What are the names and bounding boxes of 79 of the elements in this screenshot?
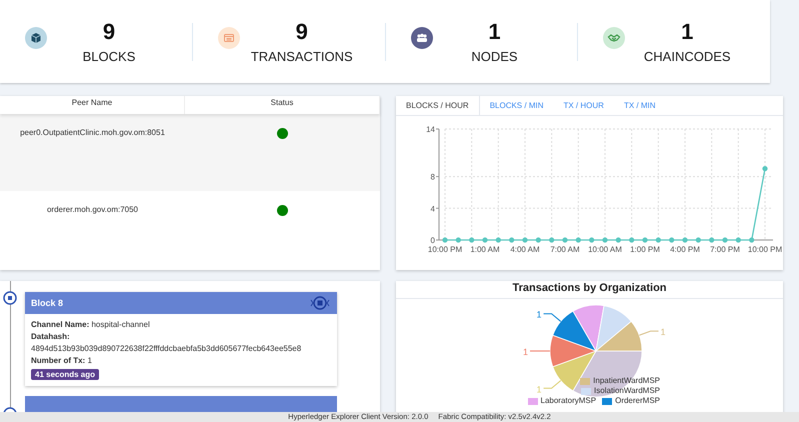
slice-label: 1 [536, 310, 542, 320]
data-point [629, 237, 634, 243]
people-icon [410, 27, 432, 49]
x-tick-label: 1:00 PM [630, 245, 660, 254]
x-tick-label: 10:00 PM [428, 245, 462, 254]
stat-value: 9 [102, 19, 116, 45]
channel-label: Channel Name: [31, 320, 90, 329]
data-point [749, 237, 754, 243]
data-point [589, 237, 594, 243]
legend-label: IsolationWardMSP [594, 386, 660, 396]
stat-label: CHAINCODES [644, 49, 731, 64]
datahash-label: Datahash: [31, 332, 70, 341]
age-badge: 41 seconds ago [31, 369, 100, 380]
peer-name: peer0.OutpatientClinic.moh.gov.om:8051 [20, 128, 165, 139]
data-point [696, 237, 701, 243]
block-icon [308, 296, 332, 310]
stat-value: 9 [296, 19, 308, 45]
data-point [656, 237, 661, 243]
y-tick-label: 14 [426, 125, 435, 134]
data-point [642, 237, 648, 243]
x-tick-label: 4:00 AM [510, 245, 540, 254]
slice-label: 1 [522, 347, 528, 357]
calendar-icon [218, 27, 240, 49]
tx-count-label: Number of Tx: [31, 356, 86, 365]
x-tick-label: 7:00 PM [710, 245, 740, 254]
data-point [522, 237, 528, 243]
slice-label: 1 [660, 327, 666, 338]
stat-label: TRANSACTIONS [250, 49, 353, 64]
data-point [736, 237, 741, 243]
x-tick-label: 1:00 AM [470, 245, 500, 254]
data-point [576, 237, 581, 243]
data-point [682, 237, 688, 243]
block-title: Block 8 [31, 298, 64, 308]
timeline-node-icon [3, 291, 17, 305]
tx-count-value: 1 [87, 356, 92, 365]
data-point [536, 237, 541, 243]
data-point [469, 237, 474, 243]
data-point [442, 237, 448, 243]
data-point [509, 237, 514, 243]
chart-title: Transactions by Organization [396, 281, 783, 299]
data-point [709, 237, 714, 243]
data-point [482, 237, 488, 243]
datahash-value: 4894d513b93b039d890722638f22fffddcbaebfa5b3dd605677fecb643ee55e8 [31, 344, 302, 353]
y-tick-label: 4 [430, 204, 435, 214]
data-point [669, 237, 674, 243]
y-tick-label: 0 [430, 236, 435, 245]
data-point [456, 237, 461, 243]
channel-value: hospital-channel [91, 320, 150, 329]
y-tick-label: 8 [430, 172, 435, 182]
data-point [496, 237, 501, 243]
legend-label: OrdererMSP [615, 396, 660, 406]
handshake-icon [603, 27, 626, 49]
chart-tab[interactable]: BLOCKS / MIN [480, 96, 554, 115]
stat-label: BLOCKS [82, 49, 136, 64]
x-tick-label: 10:00 PM [748, 245, 782, 254]
leader-line [530, 350, 550, 352]
chart-tab[interactable]: BLOCKS / HOUR [396, 96, 480, 115]
chart-tab[interactable]: TX / MIN [614, 96, 666, 115]
slice-label: 1 [536, 384, 542, 394]
stat-label: NODES [471, 49, 518, 64]
legend-label: InpatientWardMSP [593, 376, 660, 386]
leader-line [543, 380, 562, 389]
peer-name: orderer.moh.gov.om:7050 [46, 205, 138, 216]
x-tick-label: 7:00 AM [550, 245, 580, 254]
cube-icon [25, 27, 47, 49]
legend-label: LaboratoryMSP [540, 396, 596, 406]
data-point [722, 237, 728, 243]
data-point [562, 237, 568, 243]
data-point [762, 166, 768, 172]
x-tick-label: 10:00 AM [588, 245, 622, 254]
data-point [616, 237, 621, 243]
x-tick-label: 4:00 PM [670, 245, 700, 254]
data-point [602, 237, 608, 243]
leader-line [543, 313, 562, 322]
stat-value: 1 [681, 19, 694, 45]
leader-line [638, 330, 659, 336]
stat-value: 1 [488, 19, 501, 45]
chart-tab[interactable]: TX / HOUR [553, 96, 614, 115]
data-point [549, 237, 554, 243]
